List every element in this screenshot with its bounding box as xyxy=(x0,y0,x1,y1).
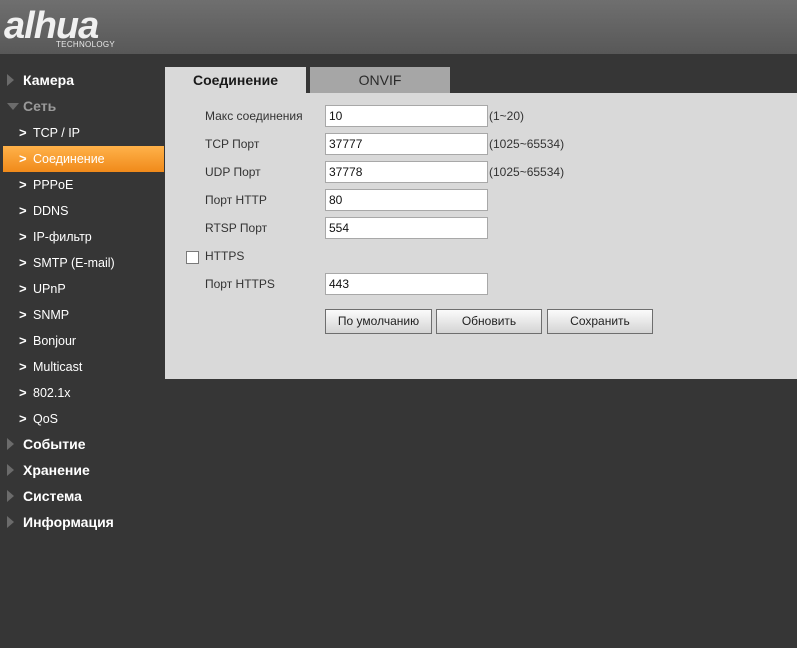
http-port-input[interactable] xyxy=(325,189,488,211)
sidebar-section-label: Событие xyxy=(23,436,86,452)
sidebar-item-ip-filter[interactable]: > IP-фильтр xyxy=(0,224,164,250)
sidebar-section-system[interactable]: Система xyxy=(0,484,164,510)
row-rtsp-port: RTSP Порт xyxy=(165,217,797,239)
sidebar-section-network[interactable]: Сеть xyxy=(0,94,164,120)
sidebar-item-label: Bonjour xyxy=(33,334,77,348)
sidebar-item-label: TCP / IP xyxy=(33,126,81,140)
sidebar-item-connection[interactable]: > Соединение xyxy=(3,146,164,172)
udp-port-label: UDP Порт xyxy=(205,165,261,179)
rtsp-port-input[interactable] xyxy=(325,217,488,239)
sidebar-item-label: Соединение xyxy=(33,152,105,166)
chevron-right-icon: > xyxy=(19,307,27,322)
udp-port-range: (1025~65534) xyxy=(489,165,565,179)
http-port-label: Порт HTTP xyxy=(205,193,267,207)
connection-settings-panel: Макс соединения (1~20) TCP Порт (1025~65… xyxy=(165,93,797,379)
tcp-port-range: (1025~65534) xyxy=(489,137,565,151)
sidebar-item-label: Multicast xyxy=(33,360,83,374)
sidebar-section-label: Система xyxy=(23,488,82,504)
chevron-right-icon: > xyxy=(19,333,27,348)
chevron-right-icon: > xyxy=(19,385,27,400)
chevron-right-icon: > xyxy=(19,203,27,218)
chevron-right-icon: > xyxy=(19,255,27,270)
sidebar-item-snmp[interactable]: > SNMP xyxy=(0,302,164,328)
sidebar-item-ddns[interactable]: > DDNS xyxy=(0,198,164,224)
chevron-right-icon: > xyxy=(19,359,27,374)
sidebar-item-pppoe[interactable]: > PPPoE xyxy=(0,172,164,198)
caret-right-icon xyxy=(7,464,14,476)
sidebar-section-camera[interactable]: Камера xyxy=(0,68,164,94)
max-connections-input[interactable] xyxy=(325,105,488,127)
https-label: HTTPS xyxy=(205,249,245,263)
sidebar-section-event[interactable]: Событие xyxy=(0,432,164,458)
caret-down-icon xyxy=(7,103,19,110)
row-https-port: Порт HTTPS xyxy=(165,273,797,295)
sidebar-section-label: Сеть xyxy=(23,98,57,114)
tab-connection[interactable]: Соединение xyxy=(165,67,306,93)
tcp-port-input[interactable] xyxy=(325,133,488,155)
sidebar-item-label: UPnP xyxy=(33,282,66,296)
https-checkbox[interactable] xyxy=(186,251,199,264)
caret-right-icon xyxy=(7,74,14,86)
row-http-port: Порт HTTP xyxy=(165,189,797,211)
sidebar-nav: Камера Сеть > TCP / IP > Соединение > PP… xyxy=(0,68,164,536)
sidebar-item-label: SNMP xyxy=(33,308,70,322)
tab-onvif[interactable]: ONVIF xyxy=(310,67,450,93)
udp-port-input[interactable] xyxy=(325,161,488,183)
sidebar-item-label: DDNS xyxy=(33,204,69,218)
tcp-port-label: TCP Порт xyxy=(205,137,260,151)
sidebar-item-upnp[interactable]: > UPnP xyxy=(0,276,164,302)
sidebar-section-storage[interactable]: Хранение xyxy=(0,458,164,484)
sidebar-section-label: Хранение xyxy=(23,462,90,478)
row-https: HTTPS xyxy=(165,245,797,267)
chevron-right-icon: > xyxy=(19,229,27,244)
caret-right-icon xyxy=(7,490,14,502)
sidebar-item-label: PPPoE xyxy=(33,178,74,192)
sidebar-item-smtp[interactable]: > SMTP (E-mail) xyxy=(0,250,164,276)
row-tcp-port: TCP Порт (1025~65534) xyxy=(165,133,797,155)
row-max-connections: Макс соединения (1~20) xyxy=(165,105,797,127)
sidebar-item-label: QoS xyxy=(33,412,59,426)
sidebar-item-label: IP-фильтр xyxy=(33,230,92,244)
sidebar-item-label: SMTP (E-mail) xyxy=(33,256,115,270)
sidebar-item-tcp-ip[interactable]: > TCP / IP xyxy=(0,120,164,146)
sidebar-section-info[interactable]: Информация xyxy=(0,510,164,536)
max-connections-label: Макс соединения xyxy=(205,109,303,123)
chevron-right-icon: > xyxy=(19,281,27,296)
row-udp-port: UDP Порт (1025~65534) xyxy=(165,161,797,183)
sidebar-section-label: Информация xyxy=(23,514,114,530)
default-button[interactable]: По умолчанию xyxy=(325,309,432,334)
header-bar: alhua TECHNOLOGY xyxy=(0,0,797,54)
refresh-button[interactable]: Обновить xyxy=(436,309,542,334)
sidebar-item-bonjour[interactable]: > Bonjour xyxy=(0,328,164,354)
chevron-right-icon: > xyxy=(19,151,27,166)
sidebar-item-multicast[interactable]: > Multicast xyxy=(0,354,164,380)
save-button[interactable]: Сохранить xyxy=(547,309,653,334)
sidebar-section-label: Камера xyxy=(23,72,74,88)
rtsp-port-label: RTSP Порт xyxy=(205,221,268,235)
sidebar-item-qos[interactable]: > QoS xyxy=(0,406,164,432)
logo-tagline: TECHNOLOGY xyxy=(56,40,116,49)
sidebar-item-label: 802.1x xyxy=(33,386,71,400)
caret-right-icon xyxy=(7,438,14,450)
https-port-input[interactable] xyxy=(325,273,488,295)
chevron-right-icon: > xyxy=(19,411,27,426)
https-port-label: Порт HTTPS xyxy=(205,277,275,291)
caret-right-icon xyxy=(7,516,14,528)
sidebar-item-802-1x[interactable]: > 802.1x xyxy=(0,380,164,406)
dahua-logo: alhua TECHNOLOGY xyxy=(4,6,154,52)
max-connections-range: (1~20) xyxy=(489,109,525,123)
chevron-right-icon: > xyxy=(19,125,27,140)
chevron-right-icon: > xyxy=(19,177,27,192)
